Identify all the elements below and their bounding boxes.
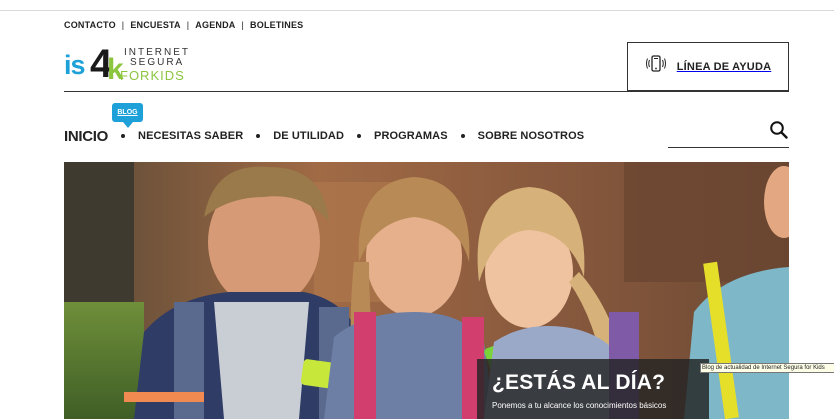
nav-bullet: [256, 134, 261, 138]
helpline-button[interactable]: LÍNEA DE AYUDA: [627, 42, 789, 91]
logo-is: is: [64, 50, 86, 80]
search-input[interactable]: [668, 120, 763, 142]
agenda-link[interactable]: AGENDA: [195, 20, 235, 30]
site-logo[interactable]: is 4 k INTERNET SEGURA FORKIDS: [64, 44, 194, 90]
utility-links: CONTACTO | ENCUESTA | AGENDA | BOLETINES: [64, 20, 303, 30]
survey-link[interactable]: ENCUESTA: [130, 20, 180, 30]
top-divider: [0, 10, 834, 11]
hero-title: ¿ESTÁS AL DÍA?: [492, 371, 666, 394]
nav-item-programas[interactable]: PROGRAMAS: [374, 130, 448, 142]
nav-item-sobre-nosotros[interactable]: SOBRE NOSOTROS: [478, 130, 585, 142]
nav-item-de-utilidad[interactable]: DE UTILIDAD: [273, 130, 344, 142]
nav-bullet: [121, 134, 126, 138]
search-box: [668, 116, 789, 148]
header-divider: [64, 91, 789, 92]
nav-bullet: [357, 134, 362, 138]
blog-badge[interactable]: BLOG: [112, 103, 143, 128]
link-separator: |: [186, 20, 190, 30]
hero-banner[interactable]: ¿ESTÁS AL DÍA? Ponemos a tu alcance los …: [64, 162, 789, 419]
blog-tooltip: Blog de actualidad de Internet Segura fo…: [700, 363, 834, 373]
logo-text-forkids: FORKIDS: [120, 68, 185, 83]
hero-caption[interactable]: ¿ESTÁS AL DÍA? Ponemos a tu alcance los …: [477, 359, 709, 419]
main-nav: INICIO NECESITAS SABER DE UTILIDAD PROGR…: [64, 127, 584, 145]
link-separator: |: [121, 20, 125, 30]
logo-text-segura: SEGURA: [130, 57, 185, 68]
nav-item-home[interactable]: INICIO: [64, 128, 108, 145]
newsletters-link[interactable]: BOLETINES: [250, 20, 303, 30]
contact-link[interactable]: CONTACTO: [64, 20, 116, 30]
hero-subtitle: Ponemos a tu alcance los conocimientos b…: [492, 401, 667, 410]
phone-ringing-icon: [645, 53, 667, 80]
search-icon[interactable]: [769, 120, 789, 140]
helpline-label: LÍNEA DE AYUDA: [676, 60, 772, 73]
nav-item-necesitas-saber[interactable]: NECESITAS SABER: [138, 130, 243, 142]
nav-bullet: [460, 134, 465, 138]
link-separator: |: [241, 20, 245, 30]
